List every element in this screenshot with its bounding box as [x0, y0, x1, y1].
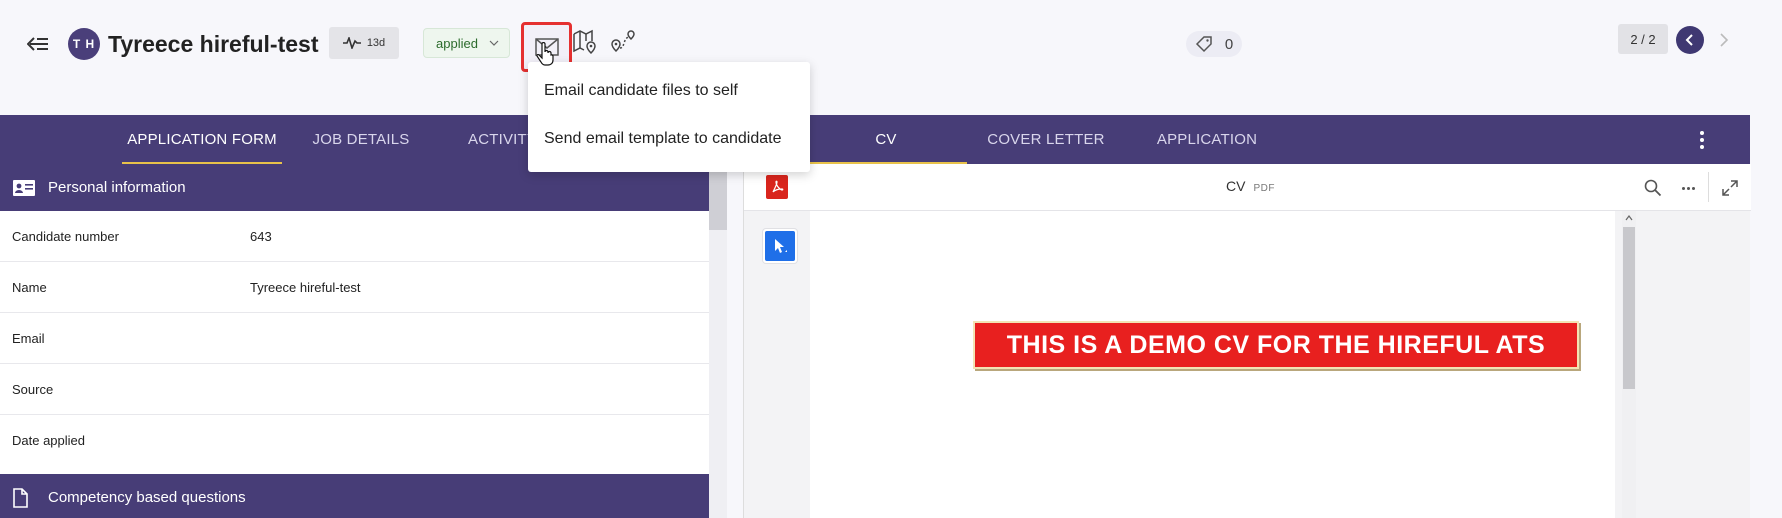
- tag-icon: [1195, 36, 1212, 53]
- field-label: Date applied: [12, 433, 85, 448]
- field-row-source: Source: [0, 364, 709, 415]
- pulse-icon: [342, 37, 361, 49]
- id-card-icon: [13, 179, 35, 196]
- page-scrollbar-thumb[interactable]: [1623, 227, 1635, 389]
- activity-badge[interactable]: 13d: [329, 27, 399, 59]
- menu-item-send-email-template[interactable]: Send email template to candidate: [528, 117, 810, 161]
- viewer-more-button[interactable]: [1676, 176, 1700, 200]
- status-value: applied: [436, 35, 478, 51]
- pdf-page: THIS IS A DEMO CV FOR THE HIREFUL ATS: [810, 211, 1615, 518]
- tab-bar: APPLICATION FORM JOB DETAILS ACTIVITY CV…: [0, 115, 1750, 164]
- back-menu-button[interactable]: [24, 30, 52, 58]
- field-label: Name: [12, 279, 47, 295]
- document-type: PDF: [1253, 183, 1275, 194]
- fullscreen-button[interactable]: [1718, 176, 1742, 200]
- tab-job-details[interactable]: JOB DETAILS: [300, 115, 422, 164]
- document-title: CV PDF: [1226, 178, 1275, 194]
- map-button[interactable]: [570, 27, 600, 57]
- next-candidate-button[interactable]: [1710, 26, 1738, 54]
- field-label: Source: [12, 381, 54, 397]
- document-name: CV: [1226, 178, 1246, 194]
- field-value: Tyreece hireful-test: [250, 279, 361, 295]
- cv-banner: THIS IS A DEMO CV FOR THE HIREFUL ATS: [973, 321, 1579, 369]
- search-button[interactable]: [1641, 176, 1665, 200]
- route-icon: [611, 30, 635, 53]
- section-title: Personal information: [48, 179, 186, 196]
- expand-icon: [1722, 180, 1738, 196]
- arrow-left-menu-icon: [27, 37, 48, 51]
- section-title: Competency based questions: [48, 489, 246, 506]
- route-button[interactable]: [608, 27, 638, 57]
- select-tool-button[interactable]: [763, 229, 797, 263]
- previous-candidate-button[interactable]: [1676, 26, 1704, 54]
- tab-cover-letter[interactable]: COVER LETTER: [985, 115, 1107, 164]
- status-select[interactable]: applied: [423, 28, 510, 58]
- chevron-down-icon: [489, 40, 499, 46]
- document-icon: [13, 487, 28, 508]
- application-form-panel: Personal information Candidate number 64…: [0, 164, 709, 518]
- hand-cursor-icon: [536, 41, 554, 71]
- panel-scrollbar-thumb[interactable]: [709, 164, 727, 230]
- pager-indicator: 2 / 2: [1618, 24, 1668, 54]
- email-options-menu: Email candidate files to self Send email…: [528, 62, 810, 172]
- activity-days: 13d: [366, 37, 386, 49]
- tag-count: 0: [1224, 35, 1234, 53]
- chevron-right-icon: [1720, 33, 1729, 47]
- field-label: Email: [12, 330, 45, 346]
- field-row-email: Email: [0, 313, 709, 364]
- cursor-select-icon: [775, 239, 787, 253]
- field-row-candidate-number: Candidate number 643: [0, 211, 709, 262]
- chevron-left-icon: [1685, 34, 1693, 46]
- cv-viewer: CV PDF THIS IS A DEMO CV FOR THE HIREFUL…: [743, 164, 1751, 518]
- avatar: T H: [68, 28, 100, 60]
- tab-application-form[interactable]: APPLICATION FORM: [122, 115, 282, 164]
- pdf-icon: [766, 175, 788, 199]
- chevron-up-icon: [1625, 215, 1633, 221]
- candidate-name: Tyreece hireful-test: [108, 31, 319, 57]
- more-options-button[interactable]: [1690, 126, 1714, 154]
- field-row-name: Name Tyreece hireful-test: [0, 262, 709, 313]
- candidate-header: T H Tyreece hireful-test 13d applied 0 2…: [0, 0, 1782, 115]
- field-row-date-applied: Date applied: [0, 415, 709, 466]
- field-label: Candidate number: [12, 228, 119, 244]
- tab-cv[interactable]: CV: [805, 115, 967, 164]
- viewer-toolbar: CV PDF: [744, 164, 1751, 211]
- menu-item-email-files-to-self[interactable]: Email candidate files to self: [528, 69, 810, 113]
- page-scrollbar[interactable]: [1622, 211, 1636, 518]
- search-icon: [1644, 179, 1662, 197]
- map-pin-icon: [573, 29, 596, 55]
- tab-application[interactable]: APPLICATION: [1150, 115, 1264, 164]
- competency-questions-header[interactable]: Competency based questions: [0, 474, 709, 518]
- tags-button[interactable]: 0: [1186, 31, 1242, 57]
- field-value: 643: [250, 228, 272, 244]
